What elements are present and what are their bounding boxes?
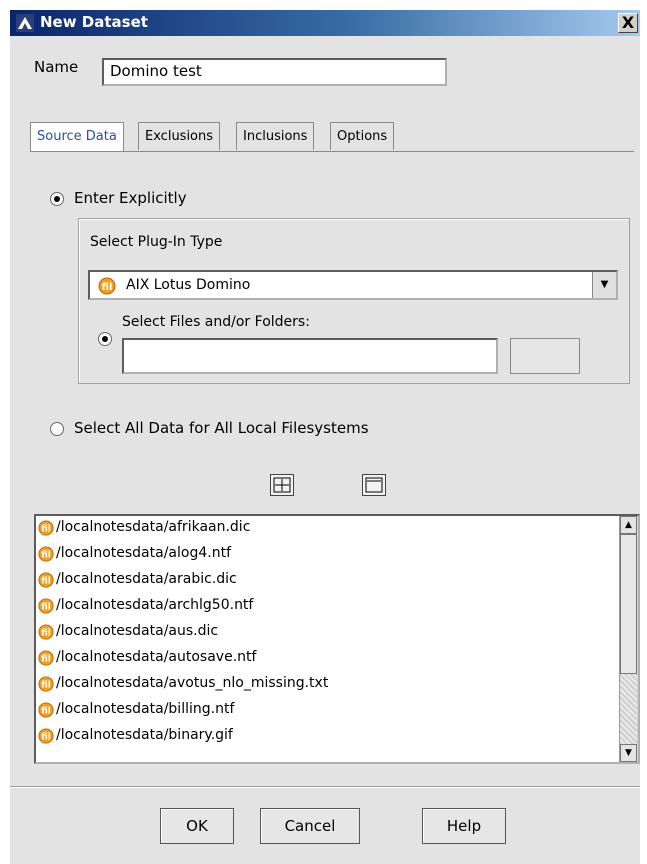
lotus-file-icon: fil — [38, 624, 54, 640]
help-button[interactable]: Help — [422, 808, 506, 844]
list-item[interactable]: fil/localnotesdata/arabic.dic — [36, 568, 638, 594]
list-item[interactable]: fil/localnotesdata/binary.gif — [36, 724, 638, 750]
name-input[interactable]: Domino test — [102, 58, 447, 86]
plugin-type-value: AIX Lotus Domino — [126, 277, 251, 293]
file-path: /localnotesdata/aus.dic — [56, 623, 219, 639]
list-item[interactable]: fil/localnotesdata/avotus_nlo_missing.tx… — [36, 672, 638, 698]
lotus-file-icon: fil — [38, 650, 54, 666]
svg-text:fil: fil — [41, 733, 51, 743]
file-list[interactable]: fil/localnotesdata/afrikaan.dic fil/local… — [34, 514, 640, 764]
svg-text:fil: fil — [41, 603, 51, 613]
dialog-body: Name Domino test Source Data Exclusions … — [10, 36, 640, 864]
list-item[interactable]: fil/localnotesdata/alog4.ntf — [36, 542, 638, 568]
svg-text:fil: fil — [41, 577, 51, 587]
select-files-label: Select Files and/or Folders: — [122, 314, 310, 330]
chevron-down-icon[interactable]: ▼ — [592, 272, 616, 298]
cancel-button[interactable]: Cancel — [260, 808, 360, 844]
list-item[interactable]: fil/localnotesdata/aus.dic — [36, 620, 638, 646]
browse-button[interactable] — [510, 338, 580, 374]
scroll-up-button[interactable]: ▲ — [620, 516, 637, 534]
lotus-file-icon: fil — [38, 702, 54, 718]
lotus-file-icon: fil — [38, 728, 54, 744]
file-path: /localnotesdata/alog4.ntf — [56, 545, 231, 561]
lotus-file-icon: fil — [98, 277, 116, 295]
tab-source-data[interactable]: Source Data — [30, 122, 124, 152]
plugin-type-select[interactable]: fil AIX Lotus Domino ▼ — [88, 270, 618, 300]
file-path: /localnotesdata/arabic.dic — [56, 571, 237, 587]
button-separator — [10, 786, 640, 787]
svg-text:fil: fil — [41, 707, 51, 717]
close-icon: X — [621, 13, 635, 32]
svg-text:fil: fil — [41, 525, 51, 535]
scroll-thumb[interactable] — [620, 534, 637, 674]
select-all-radio[interactable] — [50, 422, 64, 436]
tab-options[interactable]: Options — [330, 122, 395, 150]
files-input[interactable] — [122, 338, 498, 374]
name-label: Name — [34, 58, 79, 76]
lotus-file-icon: fil — [38, 572, 54, 588]
list-item[interactable]: fil/localnotesdata/archlg50.ntf — [36, 594, 638, 620]
list-item[interactable]: fil/localnotesdata/afrikaan.dic — [36, 516, 638, 542]
close-button[interactable]: X — [618, 13, 638, 33]
app-icon — [16, 14, 34, 32]
expand-all-button[interactable] — [270, 474, 294, 496]
enter-explicitly-label: Enter Explicitly — [74, 189, 187, 207]
window-title: New Dataset — [40, 13, 148, 31]
file-path: /localnotesdata/binary.gif — [56, 727, 233, 743]
svg-text:fil: fil — [41, 655, 51, 665]
select-files-radio[interactable] — [98, 332, 112, 346]
svg-text:fil: fil — [41, 629, 51, 639]
lotus-file-icon: fil — [38, 520, 54, 536]
list-item[interactable]: fil/localnotesdata/billing.ntf — [36, 698, 638, 724]
lotus-file-icon: fil — [38, 598, 54, 614]
file-path: /localnotesdata/archlg50.ntf — [56, 597, 254, 613]
collapse-all-button[interactable] — [362, 474, 386, 496]
plugin-type-label: Select Plug-In Type — [90, 234, 223, 250]
scrollbar[interactable]: ▲ ▼ — [619, 516, 638, 762]
file-path: /localnotesdata/avotus_nlo_missing.txt — [56, 675, 329, 691]
tab-exclusions[interactable]: Exclusions — [138, 122, 221, 150]
file-path: /localnotesdata/afrikaan.dic — [56, 519, 251, 535]
lotus-file-icon: fil — [38, 546, 54, 562]
lotus-file-icon: fil — [38, 676, 54, 692]
new-dataset-dialog: New Dataset X Name Domino test Source Da… — [0, 0, 647, 864]
list-item[interactable]: fil/localnotesdata/autosave.ntf — [36, 646, 638, 672]
file-path: /localnotesdata/autosave.ntf — [56, 649, 257, 665]
title-bar[interactable]: New Dataset X — [10, 10, 640, 36]
tab-inclusions[interactable]: Inclusions — [236, 122, 315, 150]
file-path: /localnotesdata/billing.ntf — [56, 701, 235, 717]
expand-icon — [273, 477, 291, 493]
collapse-icon — [365, 477, 383, 493]
select-all-label: Select All Data for All Local Filesystem… — [74, 419, 369, 437]
enter-explicitly-radio[interactable] — [50, 192, 64, 206]
tab-divider — [30, 151, 634, 152]
scroll-down-button[interactable]: ▼ — [620, 744, 637, 762]
svg-text:fil: fil — [41, 551, 51, 561]
file-list-rows: fil/localnotesdata/afrikaan.dic fil/local… — [36, 516, 638, 750]
ok-button[interactable]: OK — [160, 808, 234, 844]
svg-text:fil: fil — [41, 681, 51, 691]
svg-text:fil: fil — [102, 282, 113, 293]
scroll-track[interactable] — [620, 674, 637, 744]
